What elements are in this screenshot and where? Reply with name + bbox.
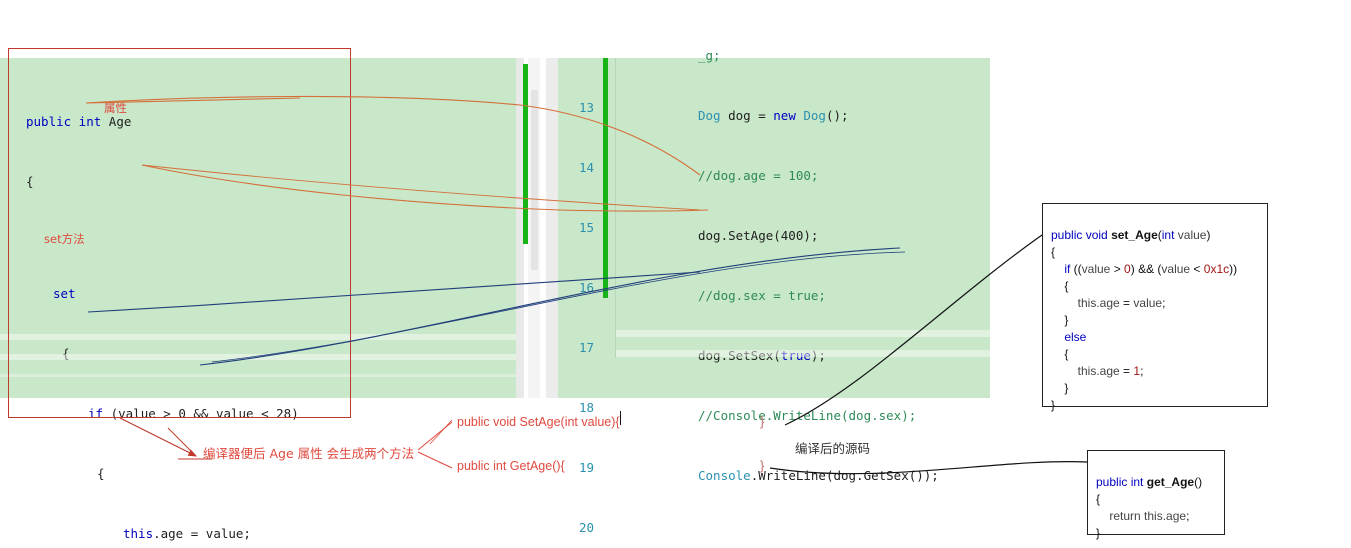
connector-to-get-signature — [417, 451, 453, 469]
annotation-get-signature: public int GetAge(){ — [457, 459, 565, 473]
clipped-top-line: _g; — [698, 48, 721, 63]
left-code-editor[interactable]: 属性 public int Age { set方法 set { if (valu… — [0, 58, 524, 541]
mid-line-20 — [558, 526, 990, 546]
scroll-track-mid[interactable] — [546, 58, 558, 398]
stray-brace-2: } — [760, 458, 765, 473]
label-set-method: set方法 — [44, 232, 85, 246]
connector-to-set-signature-2 — [429, 419, 453, 445]
left-line-if: (value > 0 && value < 28) — [103, 406, 299, 421]
row-highlight-3 — [0, 374, 516, 377]
mid-line-13: Dog — [795, 108, 826, 123]
row-highlight-2 — [0, 354, 516, 360]
row-highlight-mid-2 — [616, 350, 990, 357]
set-age-hex: 0x1c — [1203, 262, 1230, 276]
mid-line-15: dog.SetAge(400); — [698, 228, 819, 243]
connector-to-set-signature — [417, 421, 453, 451]
mid-line-18: //Console.WriteLine(dog.sex); — [698, 408, 917, 423]
compiled-set-age-box: public void set_Age(int value) { if ((va… — [1042, 203, 1268, 412]
center-code-editor[interactable]: 13 14 15 16 17 18 19 20 21 22 23 24 25 2… — [558, 48, 990, 535]
stray-brace-1: } — [760, 414, 765, 429]
set-age-method-name: set_Age — [1111, 228, 1158, 242]
left-line-2: { — [26, 174, 34, 189]
mid-line-19: .WriteLine(dog.GetSex()); — [750, 468, 939, 483]
annotation-set-signature: public void SetAge(int value){ — [457, 415, 620, 429]
left-line-1: public int — [26, 114, 109, 129]
screenshot-canvas: 属性 public int Age { set方法 set { if (valu… — [0, 0, 1351, 548]
mid-line-14: //dog.age = 100; — [698, 168, 819, 183]
left-line-assign: .age = value; — [153, 526, 251, 541]
scroll-thumb-left[interactable] — [531, 90, 538, 270]
left-line-4: { — [97, 466, 105, 481]
row-highlight-mid-1 — [616, 330, 990, 337]
text-caret — [620, 411, 621, 425]
annotation-compiler-note: 编译器便后 Age 属性 会生成两个方法 — [203, 446, 415, 461]
left-line-set: set — [53, 286, 76, 301]
compiled-get-age-box: public int get_Age() { return this.age; … — [1087, 450, 1225, 540]
annotation-compiled-source: 编译后的源码 — [795, 441, 871, 456]
get-age-method-name: get_Age — [1146, 475, 1195, 489]
mid-line-16: //dog.sex = true; — [698, 288, 826, 303]
row-highlight-1 — [0, 334, 516, 340]
